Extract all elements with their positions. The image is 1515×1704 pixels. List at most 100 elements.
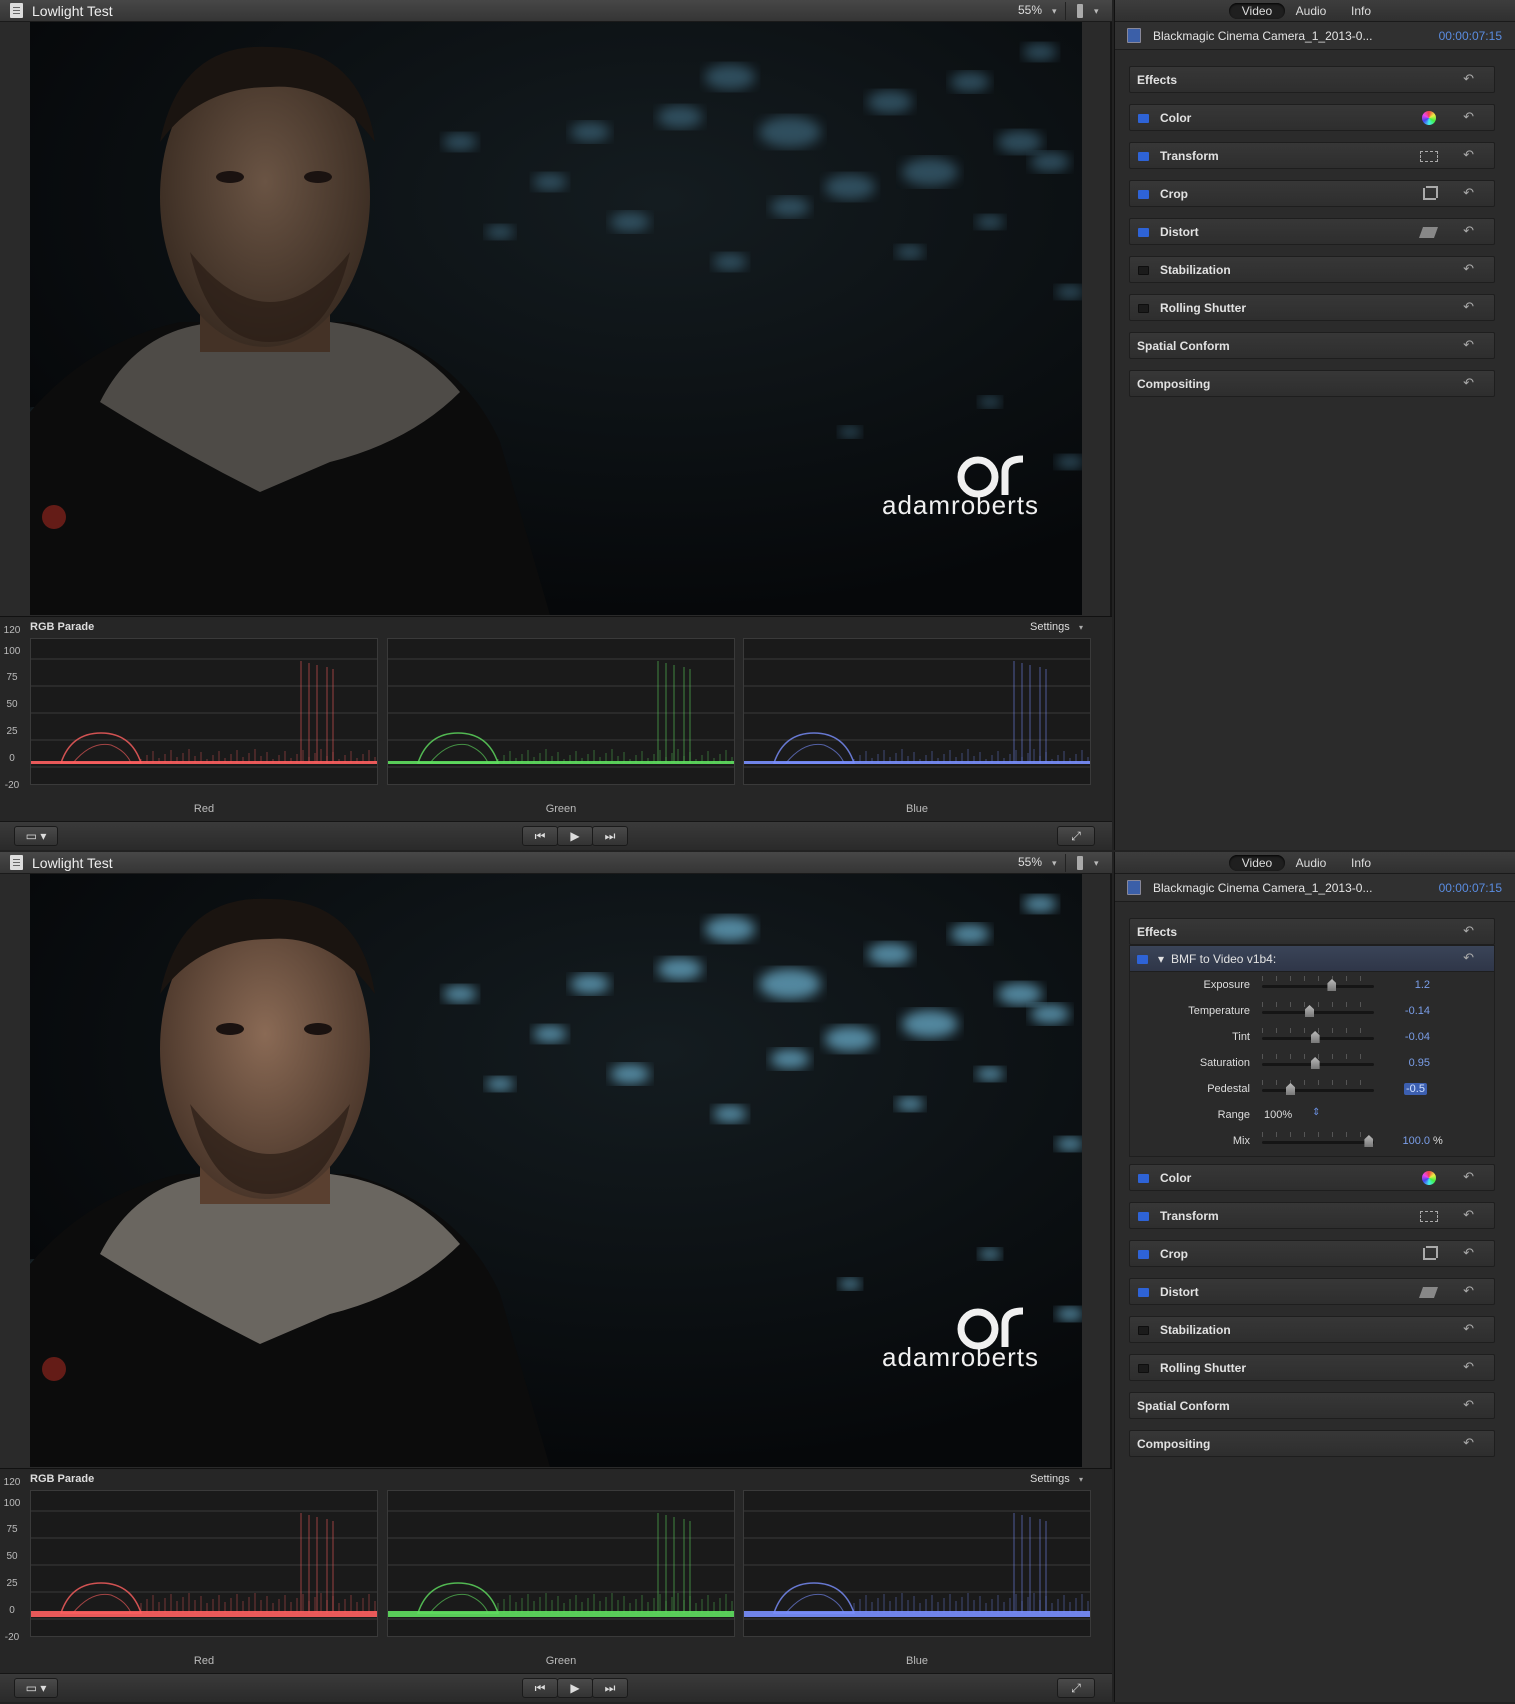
inspector-section-compositing[interactable]: Compositing ↶ (1129, 1430, 1495, 1457)
inspector-section-effects[interactable]: Effects ↶ (1129, 918, 1495, 945)
zoom-level[interactable]: 55% (1018, 3, 1042, 17)
skip-forward-icon[interactable]: ⏭ (592, 1678, 628, 1698)
inspector-section-crop[interactable]: Crop ↶ (1129, 1240, 1495, 1267)
param-value[interactable]: -0.5 (1404, 1083, 1427, 1095)
reset-icon[interactable]: ↶ (1463, 950, 1474, 966)
transform-icon[interactable] (1420, 151, 1438, 162)
param-value[interactable]: 1.2 (1392, 979, 1430, 991)
param-value[interactable]: 0.95 (1392, 1057, 1430, 1069)
inspector-section-color[interactable]: Color ↶ (1129, 1164, 1495, 1191)
zoom-menu-caret[interactable]: ▾ (1052, 858, 1057, 869)
param-value[interactable]: -0.04 (1392, 1031, 1430, 1043)
zoom-level[interactable]: 55% (1018, 855, 1042, 869)
inspector-section-distort[interactable]: Distort ↶ (1129, 218, 1495, 245)
scope-settings-button[interactable]: Settings (1030, 621, 1070, 633)
stepper-icon[interactable]: ⇕ (1312, 1107, 1320, 1118)
enable-checkbox[interactable] (1138, 228, 1149, 237)
tab-audio[interactable]: Audio (1285, 855, 1337, 871)
inspector-section-transform[interactable]: Transform ↶ (1129, 142, 1495, 169)
enable-checkbox[interactable] (1138, 1212, 1149, 1221)
tab-audio[interactable]: Audio (1285, 3, 1337, 19)
slider-track[interactable] (1262, 1141, 1374, 1144)
view-options-icon[interactable]: ▭ ▾ (14, 1678, 58, 1698)
inspector-section-rolling-shutter[interactable]: Rolling Shutter ↶ (1129, 1354, 1495, 1381)
inspector-section-color[interactable]: Color ↶ (1129, 104, 1495, 131)
enable-checkbox[interactable] (1138, 190, 1149, 199)
inspector-section-distort[interactable]: Distort ↶ (1129, 1278, 1495, 1305)
reset-icon[interactable]: ↶ (1463, 1435, 1474, 1451)
settings-caret[interactable]: ▾ (1079, 623, 1083, 632)
reset-icon[interactable]: ↶ (1463, 1169, 1474, 1185)
inspector-section-crop[interactable]: Crop ↶ (1129, 180, 1495, 207)
skip-back-icon[interactable]: ⏮ (522, 1678, 558, 1698)
slider-track[interactable] (1262, 1011, 1374, 1014)
inspector-section-spatial-conform[interactable]: Spatial Conform ↶ (1129, 1392, 1495, 1419)
tab-video[interactable]: Video (1229, 855, 1285, 871)
reset-icon[interactable]: ↶ (1463, 375, 1474, 391)
slider-track[interactable] (1262, 985, 1374, 988)
enable-checkbox[interactable] (1138, 152, 1149, 161)
reset-icon[interactable]: ↶ (1463, 1321, 1474, 1337)
slider-track[interactable] (1262, 1089, 1374, 1092)
reset-icon[interactable]: ↶ (1463, 109, 1474, 125)
enable-checkbox[interactable] (1137, 955, 1148, 964)
view-menu-caret[interactable]: ▾ (1094, 858, 1099, 869)
inspector-section-rolling-shutter[interactable]: Rolling Shutter ↶ (1129, 294, 1495, 321)
enable-checkbox[interactable] (1138, 1174, 1149, 1183)
enable-checkbox[interactable] (1138, 1326, 1149, 1335)
param-value[interactable]: 100.0 (1392, 1135, 1430, 1147)
enable-checkbox[interactable] (1138, 1250, 1149, 1259)
tab-info[interactable]: Info (1341, 3, 1381, 19)
zoom-menu-caret[interactable]: ▾ (1052, 6, 1057, 17)
reset-icon[interactable]: ↶ (1463, 223, 1474, 239)
tab-info[interactable]: Info (1341, 855, 1381, 871)
reset-icon[interactable]: ↶ (1463, 299, 1474, 315)
reset-icon[interactable]: ↶ (1463, 1283, 1474, 1299)
color-board-icon[interactable] (1422, 1171, 1436, 1185)
reset-icon[interactable]: ↶ (1463, 1359, 1474, 1375)
distort-icon[interactable] (1418, 227, 1439, 238)
crop-icon[interactable] (1423, 1246, 1438, 1260)
reset-icon[interactable]: ↶ (1463, 1207, 1474, 1223)
crop-icon[interactable] (1423, 186, 1438, 200)
transform-icon[interactable] (1420, 1211, 1438, 1222)
view-options-icon[interactable] (1077, 4, 1083, 18)
enable-checkbox[interactable] (1138, 266, 1149, 275)
reset-icon[interactable]: ↶ (1463, 923, 1474, 939)
skip-forward-icon[interactable]: ⏭ (592, 826, 628, 846)
disclosure-triangle-icon[interactable]: ▾ (1158, 952, 1164, 966)
inspector-section-spatial-conform[interactable]: Spatial Conform ↶ (1129, 332, 1495, 359)
view-options-icon[interactable] (1077, 856, 1083, 870)
reset-icon[interactable]: ↶ (1463, 147, 1474, 163)
reset-icon[interactable]: ↶ (1463, 1245, 1474, 1261)
reset-icon[interactable]: ↶ (1463, 185, 1474, 201)
view-menu-caret[interactable]: ▾ (1094, 6, 1099, 17)
reset-icon[interactable]: ↶ (1463, 71, 1474, 87)
effect-header[interactable]: ▾ BMF to Video v1b4: ↶ (1130, 946, 1494, 972)
inspector-section-transform[interactable]: Transform ↶ (1129, 1202, 1495, 1229)
enable-checkbox[interactable] (1138, 304, 1149, 313)
enable-checkbox[interactable] (1138, 114, 1149, 123)
inspector-section-effects[interactable]: Effects ↶ (1129, 66, 1495, 93)
reset-icon[interactable]: ↶ (1463, 1397, 1474, 1413)
skip-back-icon[interactable]: ⏮ (522, 826, 558, 846)
inspector-section-stabilization[interactable]: Stabilization ↶ (1129, 1316, 1495, 1343)
distort-icon[interactable] (1418, 1287, 1439, 1298)
param-value[interactable]: -0.14 (1392, 1005, 1430, 1017)
fullscreen-icon[interactable]: ⤢ (1057, 1678, 1095, 1698)
enable-checkbox[interactable] (1138, 1288, 1149, 1297)
play-icon[interactable]: ▶ (557, 826, 593, 846)
inspector-section-compositing[interactable]: Compositing ↶ (1129, 370, 1495, 397)
scope-settings-button[interactable]: Settings (1030, 1473, 1070, 1485)
play-icon[interactable]: ▶ (557, 1678, 593, 1698)
enable-checkbox[interactable] (1138, 1364, 1149, 1373)
param-value[interactable]: 100% (1264, 1109, 1292, 1121)
settings-caret[interactable]: ▾ (1079, 1475, 1083, 1484)
color-board-icon[interactable] (1422, 111, 1436, 125)
view-options-icon[interactable]: ▭ ▾ (14, 826, 58, 846)
reset-icon[interactable]: ↶ (1463, 261, 1474, 277)
tab-video[interactable]: Video (1229, 3, 1285, 19)
fullscreen-icon[interactable]: ⤢ (1057, 826, 1095, 846)
inspector-section-stabilization[interactable]: Stabilization ↶ (1129, 256, 1495, 283)
reset-icon[interactable]: ↶ (1463, 337, 1474, 353)
